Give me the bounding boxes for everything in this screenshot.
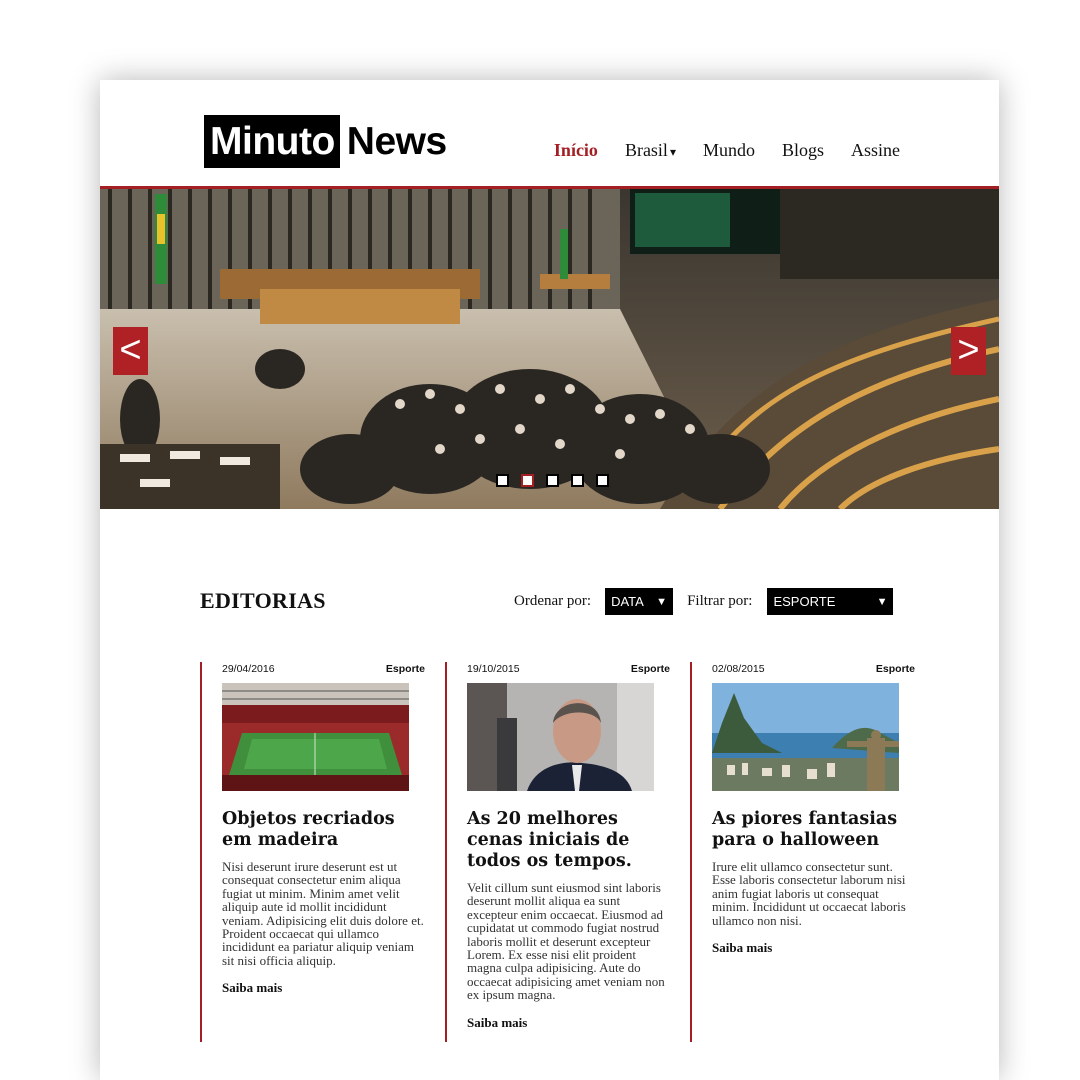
nav-inicio[interactable]: Início bbox=[554, 140, 598, 161]
carousel-dot-2[interactable] bbox=[521, 474, 534, 487]
filter-select[interactable]: ESPORTE ▼ bbox=[767, 588, 894, 615]
card-excerpt: Velit cillum sunt eiusmod sint laboris d… bbox=[467, 880, 665, 1003]
chevron-down-icon: ▼ bbox=[876, 595, 888, 608]
card-category[interactable]: Esporte bbox=[386, 663, 425, 675]
card-title[interactable]: As 20 melhores cenas iniciais de todos o… bbox=[467, 809, 670, 872]
carousel-dot-5[interactable] bbox=[596, 474, 609, 487]
article-card: 02/08/2015 Esporte As piores fantasias p… bbox=[690, 662, 915, 1042]
read-more-link[interactable]: Saiba mais bbox=[712, 940, 915, 956]
page-container: Minuto News Início Brasil ▾ Mundo Blogs A… bbox=[100, 80, 999, 1080]
nav-assine[interactable]: Assine bbox=[851, 140, 900, 161]
sort-select-value: DATA bbox=[611, 594, 644, 609]
card-date: 19/10/2015 bbox=[467, 663, 520, 675]
hero-carousel: < > bbox=[100, 189, 999, 509]
card-title[interactable]: As piores fantasias para o halloween bbox=[712, 809, 915, 851]
section-title: EDITORIAS bbox=[200, 588, 326, 613]
card-excerpt: Nisi deserunt irure deserunt est ut cons… bbox=[222, 859, 424, 968]
card-image-rio[interactable] bbox=[712, 683, 899, 791]
nav-brasil[interactable]: Brasil ▾ bbox=[625, 140, 676, 161]
card-meta: 19/10/2015 Esporte bbox=[467, 662, 670, 683]
article-card: 19/10/2015 Esporte As 20 melhores cenas … bbox=[445, 662, 670, 1042]
nav-mundo[interactable]: Mundo bbox=[703, 140, 755, 161]
card-image-stadium[interactable] bbox=[222, 683, 409, 791]
carousel-dot-1[interactable] bbox=[496, 474, 509, 487]
card-category[interactable]: Esporte bbox=[631, 663, 670, 675]
chevron-down-icon: ▼ bbox=[656, 595, 668, 608]
card-date: 29/04/2016 bbox=[222, 663, 275, 675]
read-more-link[interactable]: Saiba mais bbox=[222, 980, 425, 996]
chevron-down-icon: ▾ bbox=[669, 145, 676, 159]
card-image-portrait[interactable] bbox=[467, 683, 654, 791]
sort-select[interactable]: DATA ▼ bbox=[605, 588, 674, 615]
logo-part2: News bbox=[346, 120, 447, 163]
site-logo[interactable]: Minuto News bbox=[204, 115, 447, 168]
carousel-dot-3[interactable] bbox=[546, 474, 559, 487]
carousel-next-button[interactable]: > bbox=[951, 327, 986, 375]
site-header: Minuto News Início Brasil ▾ Mundo Blogs A… bbox=[100, 80, 999, 189]
carousel-prev-button[interactable]: < bbox=[113, 327, 148, 375]
card-date: 02/08/2015 bbox=[712, 663, 765, 675]
hero-image-congress bbox=[100, 189, 999, 509]
card-meta: 02/08/2015 Esporte bbox=[712, 662, 915, 683]
card-category[interactable]: Esporte bbox=[876, 663, 915, 675]
card-meta: 29/04/2016 Esporte bbox=[222, 662, 425, 683]
filter-label: Filtrar por: bbox=[687, 593, 753, 609]
read-more-link[interactable]: Saiba mais bbox=[467, 1015, 670, 1031]
list-controls: Ordenar por: DATA ▼ Filtrar por: ESPORTE… bbox=[514, 588, 894, 615]
main-nav: Início Brasil ▾ Mundo Blogs Assine bbox=[554, 140, 900, 161]
sort-label: Ordenar por: bbox=[514, 593, 592, 609]
carousel-indicators bbox=[496, 474, 609, 487]
nav-blogs[interactable]: Blogs bbox=[782, 140, 824, 161]
carousel-dot-4[interactable] bbox=[571, 474, 584, 487]
card-title[interactable]: Objetos recriados em madeira bbox=[222, 809, 425, 851]
article-card: 29/04/2016 Esporte Objetos recriados em … bbox=[200, 662, 425, 1042]
filter-select-value: ESPORTE bbox=[773, 594, 836, 609]
card-excerpt: Irure elit ullamco consectetur sunt. Ess… bbox=[712, 859, 906, 928]
nav-brasil-label: Brasil bbox=[624, 140, 668, 160]
logo-part1: Minuto bbox=[204, 115, 340, 168]
